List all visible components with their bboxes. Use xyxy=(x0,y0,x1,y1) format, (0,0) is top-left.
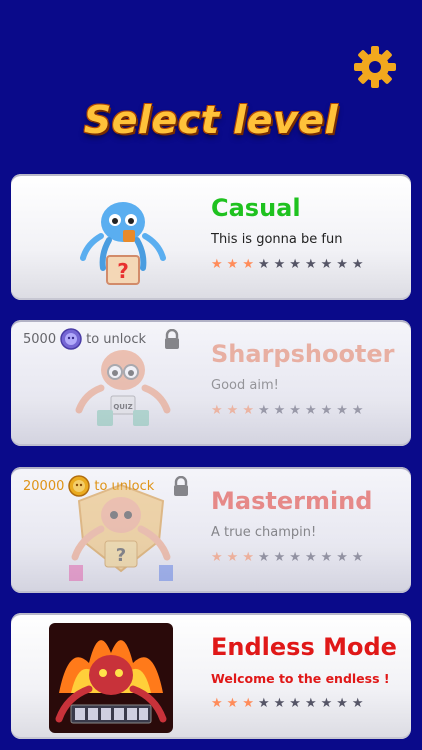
svg-text:?: ? xyxy=(117,259,129,283)
star-empty-icon: ★ xyxy=(273,257,286,272)
star-empty-icon: ★ xyxy=(273,550,286,565)
difficulty-stars: ★ ★ ★ ★ ★ ★ ★ ★ ★ ★ xyxy=(211,258,364,271)
svg-text:?: ? xyxy=(116,545,126,566)
difficulty-stars: ★ ★ ★ ★ ★ ★ ★ ★ ★ ★ xyxy=(211,551,364,564)
star-filled-icon: ★ xyxy=(226,257,239,272)
star-empty-icon: ★ xyxy=(257,696,270,711)
level-description: Good aim! xyxy=(211,378,279,393)
star-empty-icon: ★ xyxy=(257,550,270,565)
level-name: Mastermind xyxy=(211,487,373,515)
unlock-cost: 5000 xyxy=(23,331,57,347)
level-name: Casual xyxy=(211,194,301,222)
star-empty-icon: ★ xyxy=(304,403,317,418)
page-title: Select level xyxy=(83,98,339,142)
star-empty-icon: ★ xyxy=(289,257,301,272)
settings-gear-icon[interactable] xyxy=(352,44,398,90)
star-empty-icon: ★ xyxy=(351,257,364,272)
fire-octopus-icon xyxy=(49,623,173,733)
star-filled-icon: ★ xyxy=(242,403,254,418)
star-filled-icon: ★ xyxy=(226,403,239,418)
star-empty-icon: ★ xyxy=(304,550,317,565)
star-empty-icon: ★ xyxy=(320,257,333,272)
star-empty-icon: ★ xyxy=(273,696,286,711)
unlock-cost: 20000 xyxy=(23,478,65,494)
star-empty-icon: ★ xyxy=(289,550,301,565)
octopus-quiz-icon: QUIZ xyxy=(75,350,171,426)
level-card-sharpshooter[interactable]: 5000 to unlock QUIZ Sharpshooter Good ai… xyxy=(11,320,411,446)
star-filled-icon: ★ xyxy=(226,550,239,565)
svg-text:QUIZ: QUIZ xyxy=(113,403,132,411)
level-card-casual[interactable]: ? Casual This is gonna be fun ★ ★ ★ ★ ★ ★ ★ ★ ★ ★ xyxy=(11,174,411,300)
star-filled-icon: ★ xyxy=(242,696,254,711)
star-empty-icon: ★ xyxy=(289,403,301,418)
star-empty-icon: ★ xyxy=(336,696,348,711)
star-empty-icon: ★ xyxy=(336,257,348,272)
star-filled-icon: ★ xyxy=(211,257,223,272)
star-empty-icon: ★ xyxy=(304,257,317,272)
star-empty-icon: ★ xyxy=(289,696,301,711)
star-empty-icon: ★ xyxy=(320,696,333,711)
difficulty-stars: ★ ★ ★ ★ ★ ★ ★ ★ ★ ★ xyxy=(211,697,364,710)
star-empty-icon: ★ xyxy=(320,403,333,418)
star-empty-icon: ★ xyxy=(351,403,364,418)
star-filled-icon: ★ xyxy=(211,696,223,711)
octopus-box-icon: ? xyxy=(80,202,166,285)
star-empty-icon: ★ xyxy=(304,696,317,711)
star-empty-icon: ★ xyxy=(320,550,333,565)
star-empty-icon: ★ xyxy=(351,696,364,711)
difficulty-stars: ★ ★ ★ ★ ★ ★ ★ ★ ★ ★ xyxy=(211,404,364,417)
level-name: Sharpshooter xyxy=(211,340,395,368)
star-empty-icon: ★ xyxy=(336,403,348,418)
level-description: This is gonna be fun xyxy=(211,232,343,247)
star-filled-icon: ★ xyxy=(211,550,223,565)
level-name: Endless Mode xyxy=(211,633,397,661)
star-empty-icon: ★ xyxy=(273,403,286,418)
star-filled-icon: ★ xyxy=(211,403,223,418)
level-card-endless-mode[interactable]: Endless Mode Welcome to the endless ! ★ ★… xyxy=(11,613,411,739)
level-description: Welcome to the endless ! xyxy=(211,671,390,686)
star-filled-icon: ★ xyxy=(242,257,254,272)
star-empty-icon: ★ xyxy=(257,403,270,418)
star-empty-icon: ★ xyxy=(351,550,364,565)
star-filled-icon: ★ xyxy=(226,696,239,711)
level-description: A true champin! xyxy=(211,525,317,540)
star-empty-icon: ★ xyxy=(336,550,348,565)
octopus-trophy-icon: ? xyxy=(69,483,173,581)
level-card-mastermind[interactable]: 20000 to unlock ? Mastermind A true cham… xyxy=(11,467,411,593)
star-filled-icon: ★ xyxy=(242,550,254,565)
star-empty-icon: ★ xyxy=(257,257,270,272)
